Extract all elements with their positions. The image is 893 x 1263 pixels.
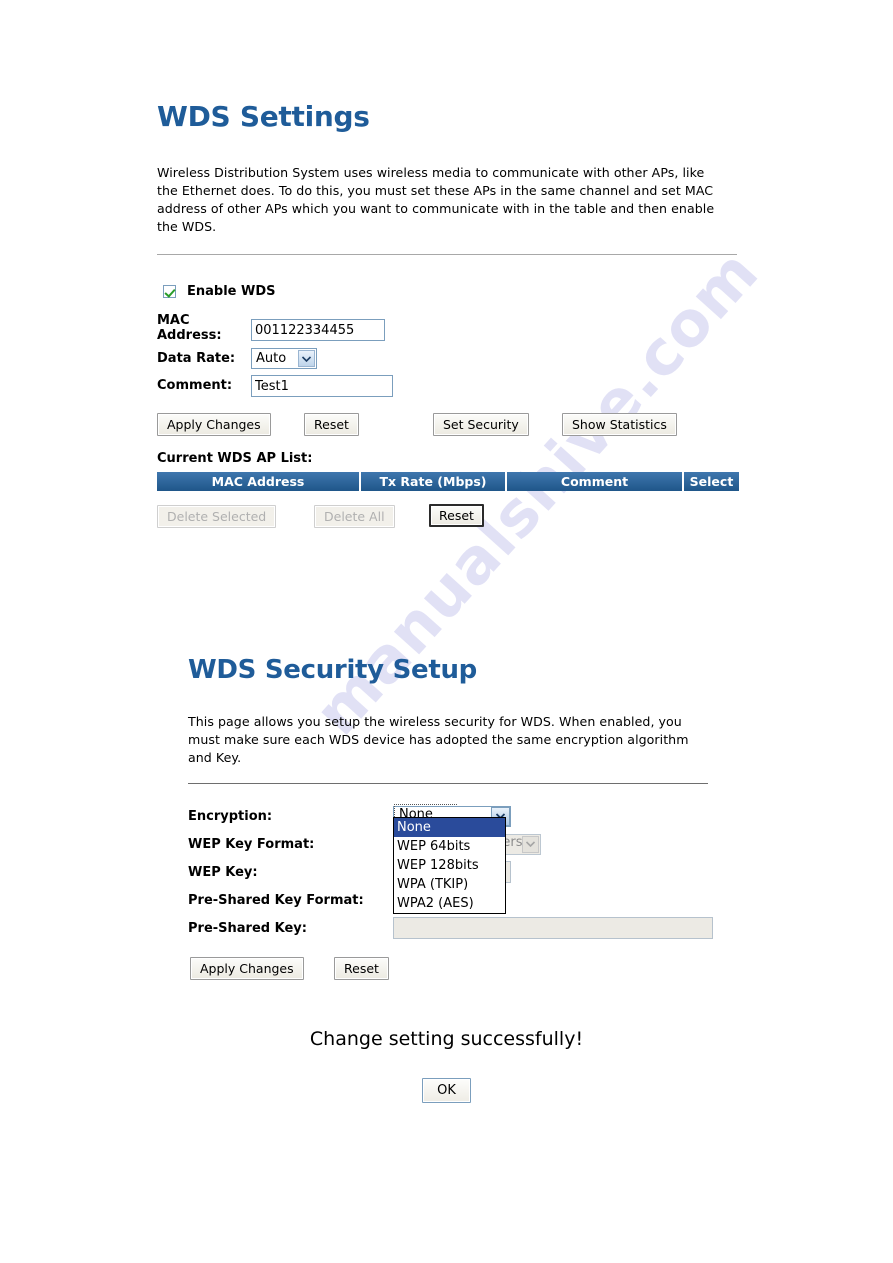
enable-wds-row: Enable WDS bbox=[163, 281, 739, 301]
reset-button[interactable]: Reset bbox=[304, 413, 359, 436]
data-rate-label: Data Rate: bbox=[157, 351, 236, 366]
wds-ap-list-table: MAC Address Tx Rate (Mbps) Comment Selec… bbox=[157, 472, 739, 491]
chevron-down-icon bbox=[298, 350, 315, 367]
psk-field bbox=[393, 917, 713, 939]
mac-address-label: MAC Address: bbox=[157, 313, 222, 343]
comment-row: Comment: bbox=[157, 375, 739, 397]
psk-row: Pre-Shared Key: bbox=[188, 914, 748, 942]
data-rate-select[interactable]: Auto bbox=[251, 348, 317, 369]
encryption-dropdown-list[interactable]: None WEP 64bits WEP 128bits WPA (TKIP) W… bbox=[393, 817, 506, 914]
dropdown-option-wep-64bits[interactable]: WEP 64bits bbox=[394, 837, 505, 856]
wep-key-format-label: WEP Key Format: bbox=[188, 836, 315, 852]
status-message: Change setting successfully! bbox=[309, 1028, 584, 1050]
security-divider bbox=[188, 783, 708, 784]
dropdown-option-wpa2-aes[interactable]: WPA2 (AES) bbox=[394, 894, 505, 913]
wds-settings-section: WDS Settings Wireless Distribution Syste… bbox=[157, 100, 739, 529]
wep-key-label: WEP Key: bbox=[188, 864, 258, 880]
delete-selected-button[interactable]: Delete Selected bbox=[157, 505, 277, 528]
security-reset-button[interactable]: Reset bbox=[334, 957, 389, 980]
dropdown-option-wep-128bits[interactable]: WEP 128bits bbox=[394, 856, 505, 875]
ok-button[interactable]: OK bbox=[422, 1078, 471, 1103]
mac-address-input[interactable] bbox=[251, 319, 385, 341]
ok-button-wrapper: OK bbox=[0, 1078, 893, 1103]
psk-input bbox=[393, 917, 713, 939]
encryption-label: Encryption: bbox=[188, 808, 273, 824]
comment-input[interactable] bbox=[251, 375, 393, 397]
column-header-comment: Comment bbox=[507, 472, 684, 491]
enable-wds-checkbox[interactable] bbox=[163, 284, 176, 298]
mac-address-row: MAC Address: bbox=[157, 310, 739, 343]
column-header-tx-rate: Tx Rate (Mbps) bbox=[361, 472, 507, 491]
column-header-mac-address: MAC Address bbox=[157, 472, 361, 491]
current-wds-ap-list-label: Current WDS AP List: bbox=[157, 451, 313, 466]
wds-settings-description: Wireless Distribution System uses wirele… bbox=[157, 165, 715, 234]
dropdown-option-none[interactable]: None bbox=[394, 818, 505, 837]
security-page-title: WDS Security Setup bbox=[188, 655, 477, 685]
chevron-down-icon bbox=[522, 835, 539, 853]
security-apply-changes-button[interactable]: Apply Changes bbox=[190, 957, 304, 980]
column-header-select: Select bbox=[684, 472, 739, 491]
dropdown-option-wpa-tkip[interactable]: WPA (TKIP) bbox=[394, 875, 505, 894]
comment-label: Comment: bbox=[157, 378, 233, 393]
wds-table-buttons: Delete Selected Delete All Reset bbox=[157, 504, 739, 529]
psk-format-label: Pre-Shared Key Format: bbox=[188, 892, 364, 908]
divider bbox=[157, 254, 737, 255]
wds-settings-buttons: Apply Changes Reset Set Security Show St… bbox=[157, 413, 739, 437]
page-title: WDS Settings bbox=[157, 100, 370, 133]
router-config-page: WDS Settings Wireless Distribution Syste… bbox=[0, 0, 893, 1263]
wds-security-description: This page allows you setup the wireless … bbox=[188, 714, 689, 765]
apply-changes-button[interactable]: Apply Changes bbox=[157, 413, 271, 436]
show-statistics-button[interactable]: Show Statistics bbox=[562, 413, 677, 436]
wds-settings-form: Enable WDS MACAddress: Data Rate: Auto C… bbox=[157, 281, 739, 529]
data-rate-row: Data Rate: Auto bbox=[157, 348, 739, 369]
set-security-button[interactable]: Set Security bbox=[433, 413, 529, 436]
delete-all-button[interactable]: Delete All bbox=[314, 505, 395, 528]
table-reset-button[interactable]: Reset bbox=[429, 504, 484, 527]
psk-label: Pre-Shared Key: bbox=[188, 920, 307, 936]
enable-wds-label: Enable WDS bbox=[187, 283, 276, 299]
